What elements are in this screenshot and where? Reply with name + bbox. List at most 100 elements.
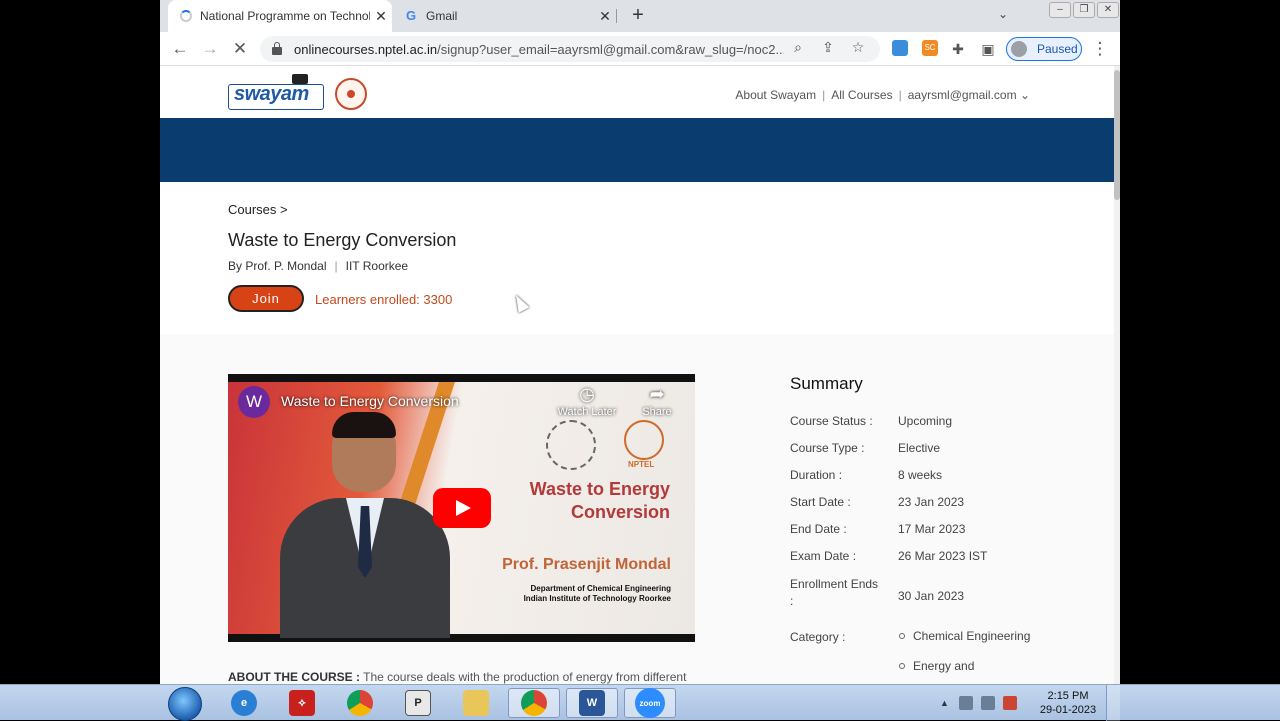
avatar (1011, 41, 1027, 57)
taskbar-chrome[interactable] (334, 688, 386, 718)
desktop-screen: National Programme on Technolog ✕ G Gmai… (0, 0, 1280, 721)
forward-arrow-icon[interactable]: → (198, 37, 222, 61)
network-icon[interactable] (980, 696, 995, 710)
browser-toolbar: ← → ✕ onlinecourses.nptel.ac.in/signup?u… (160, 32, 1120, 66)
taskbar-app[interactable]: P (392, 688, 444, 718)
course-title: Waste to Energy Conversion (228, 230, 457, 250)
clock-date: 29-01-2023 (1039, 704, 1097, 716)
lock-icon[interactable] (272, 42, 282, 55)
category-item[interactable]: Energy and (898, 660, 1030, 684)
separator: | (334, 259, 338, 273)
show-desktop-button[interactable] (1106, 685, 1120, 721)
taskbar-zoom[interactable]: zoom (624, 688, 676, 718)
nptel-seal (624, 420, 664, 460)
tab-title: Gmail (426, 9, 458, 23)
taskbar-acrobat[interactable]: ⟡ (276, 688, 328, 718)
tab-strip: National Programme on Technolog ✕ G Gmai… (160, 0, 1120, 32)
tab-gmail[interactable]: G Gmail ✕ (392, 0, 616, 32)
taskbar-clock[interactable]: 2:15 PM 29-01-2023 (1034, 689, 1102, 717)
slide-department: Department of Chemical Engineering India… (523, 584, 671, 603)
minimize-button[interactable]: – (1049, 2, 1071, 18)
side-panel-icon[interactable]: ▣ (976, 37, 1000, 61)
chevron-down-icon: ⌄ (1019, 88, 1030, 102)
stop-loading-icon[interactable]: ✕ (228, 37, 252, 61)
tab-nptel[interactable]: National Programme on Technolog ✕ (168, 0, 392, 32)
watch-later-button[interactable]: ◷ Watch Later (552, 384, 622, 418)
menu-kebab-icon[interactable]: ⋮ (1088, 37, 1112, 61)
nptel-logo[interactable] (335, 78, 367, 110)
share-button[interactable]: ➦ Share (622, 384, 692, 418)
share-arrow-icon: ➦ (649, 384, 665, 404)
learners-enrolled: Learners enrolled: 3300 (315, 292, 453, 307)
summary-row: Start Date :23 Jan 2023 (790, 495, 965, 509)
tab-title: National Programme on Technolog (200, 9, 370, 23)
scrollbar-thumb[interactable] (1114, 70, 1120, 200)
video-title[interactable]: Waste to Energy Conversion (281, 393, 459, 409)
about-text: The course deals with the production of … (360, 670, 687, 684)
course-content: W Waste to Energy Conversion ◷ Watch Late… (160, 334, 1114, 684)
nav-about-swayam[interactable]: About Swayam (735, 88, 816, 102)
clock-time: 2:15 PM (1047, 690, 1089, 702)
profile-status: Paused (1037, 42, 1078, 56)
taskbar-ie[interactable]: e (218, 688, 270, 718)
tray-expand-icon[interactable]: ▲ (940, 698, 949, 708)
summary-row: End Date :17 Mar 2023 (790, 522, 966, 536)
action-center-icon[interactable] (1002, 696, 1017, 710)
zoom-magnifier-icon[interactable]: ⌕ (788, 39, 808, 56)
windows-taskbar: e ⟡ P W zoom ▲ 2:15 PM 29-01-2023 (0, 684, 1280, 721)
breadcrumb[interactable]: Courses > (228, 202, 288, 217)
course-summary: Summary Course Status : Upcoming Course T… (790, 374, 1090, 672)
new-tab-button[interactable]: + (626, 4, 650, 28)
share-icon[interactable]: ⇪ (818, 39, 838, 56)
clock-icon: ◷ (579, 384, 595, 404)
extension-sc-icon[interactable]: SC (922, 40, 938, 56)
join-button[interactable]: Join (228, 285, 304, 312)
web-page: swayam About Swayam | All Courses | aayr… (160, 66, 1114, 684)
summary-row: Course Status : Upcoming (790, 414, 953, 428)
category-list: Chemical Engineering Energy and (898, 630, 1030, 684)
page-scrollbar[interactable] (1114, 66, 1120, 684)
category-item[interactable]: Chemical Engineering (898, 630, 1030, 660)
puzzle-extensions-icon[interactable]: ✚ (946, 37, 970, 61)
about-course: ABOUT THE COURSE : The course deals with… (228, 670, 686, 684)
zoom-icon: zoom (635, 688, 665, 718)
close-window-button[interactable]: ✕ (1097, 2, 1119, 18)
google-icon: G (405, 8, 417, 23)
tab-separator (616, 9, 617, 23)
summary-row: Duration :8 weeks (790, 468, 943, 482)
profile-button[interactable]: Paused (1006, 37, 1082, 61)
extension-icon[interactable] (892, 40, 908, 56)
address-bar[interactable]: onlinecourses.nptel.ac.in/signup?user_em… (260, 36, 880, 62)
window-controls: – ❐ ✕ (1048, 0, 1120, 20)
site-nav: About Swayam | All Courses | aayrsml@gma… (735, 88, 1030, 102)
nav-separator: | (898, 88, 902, 102)
nav-separator: | (822, 88, 826, 102)
taskbar-chrome-active[interactable] (508, 688, 560, 718)
restore-button[interactable]: ❐ (1073, 2, 1095, 18)
taskbar-explorer[interactable] (450, 688, 502, 718)
nav-user-menu[interactable]: aayrsml@gmail.com ⌄ (908, 88, 1030, 102)
course-header: Courses > Waste to Energy Conversion By … (160, 182, 1114, 334)
about-label: ABOUT THE COURSE : (228, 670, 360, 684)
summary-heading: Summary (790, 374, 863, 393)
browser-window: National Programme on Technolog ✕ G Gmai… (160, 0, 1120, 684)
play-button[interactable] (433, 488, 491, 528)
nptel-label: NPTEL (628, 460, 655, 469)
url-text[interactable]: onlinecourses.nptel.ac.in/signup?user_em… (294, 42, 784, 57)
youtube-video-player[interactable]: W Waste to Energy Conversion ◷ Watch Late… (228, 374, 695, 642)
tab-close-icon[interactable]: ✕ (370, 8, 392, 25)
summary-row: Exam Date :26 Mar 2023 IST (790, 549, 988, 563)
chrome-icon (521, 690, 547, 716)
channel-avatar[interactable]: W (238, 386, 270, 418)
back-arrow-icon[interactable]: ← (168, 37, 192, 61)
nav-all-courses[interactable]: All Courses (831, 88, 892, 102)
taskbar-word[interactable]: W (566, 688, 618, 718)
summary-row: Course Type : Elective (790, 441, 941, 455)
internet-explorer-icon: e (231, 690, 257, 716)
swayam-logo[interactable]: swayam (228, 74, 324, 110)
tab-close-icon[interactable]: ✕ (594, 8, 616, 25)
bookmark-star-icon[interactable]: ☆ (848, 39, 868, 56)
tab-search-icon[interactable]: ⌄ (998, 7, 1008, 21)
volume-icon[interactable] (958, 696, 973, 710)
start-button[interactable] (168, 687, 202, 721)
